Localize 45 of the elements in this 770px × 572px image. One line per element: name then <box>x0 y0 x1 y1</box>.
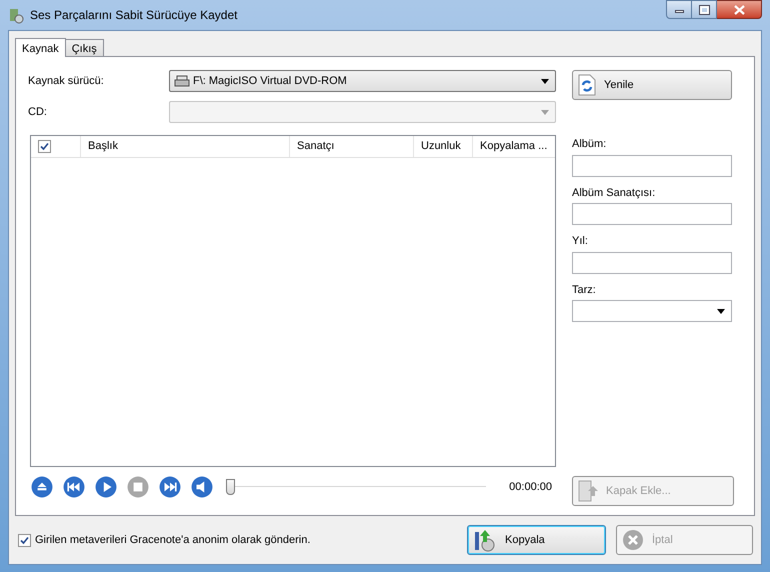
dropdown-value: F\: MagicISO Virtual DVD-ROM <box>193 74 347 89</box>
select-all-checkbox[interactable] <box>38 140 51 153</box>
copy-button[interactable]: Kopyala <box>467 525 606 555</box>
tab[interactable]: Çıkış <box>64 39 104 56</box>
app-icon <box>8 6 24 24</box>
field-label: Albüm Sanatçısı: <box>572 186 656 200</box>
maximize-button[interactable] <box>692 0 717 19</box>
dropdown-arrow-icon <box>541 110 549 114</box>
input-field[interactable] <box>572 203 732 225</box>
input-field[interactable] <box>572 252 732 274</box>
volume-icon[interactable] <box>191 476 213 498</box>
window-title: Ses Parçalarını Sabit Sürücüye Kaydet <box>30 7 238 24</box>
field-label: CD: <box>28 104 48 120</box>
cover-arrow-icon <box>578 479 598 503</box>
next-icon[interactable] <box>159 476 181 498</box>
field-label: Albüm: <box>572 137 608 152</box>
copy-icon <box>473 528 497 552</box>
refresh-button[interactable]: Yenile <box>572 70 732 100</box>
tab[interactable]: Kaynak <box>15 38 66 57</box>
eject-icon[interactable] <box>31 476 53 498</box>
slider-thumb[interactable] <box>226 479 235 496</box>
column-header[interactable]: Sanatçı <box>290 136 414 157</box>
close-icon <box>734 4 744 14</box>
dropdown-arrow-icon <box>541 78 549 84</box>
checkbox-label: Girilen metaverileri Gracenote'a anonim olarak gönderin. <box>35 532 310 548</box>
minimize-button[interactable] <box>666 0 692 19</box>
track-list[interactable]: Başlık Sanatçı Uzunluk Kopyalama ... <box>30 135 556 467</box>
column-header[interactable]: Uzunluk <box>414 136 473 157</box>
field-label: Tarz: <box>572 282 597 298</box>
time-display: 00:00:00 <box>509 480 552 496</box>
refresh-icon <box>578 74 596 96</box>
drive-icon <box>174 75 190 87</box>
input-field[interactable] <box>572 154 732 176</box>
close-button[interactable] <box>717 0 762 19</box>
gracenote-checkbox[interactable] <box>18 534 31 546</box>
field-label: Kaynak sürücü: <box>28 74 105 89</box>
previous-icon[interactable] <box>63 476 85 498</box>
play-icon[interactable] <box>95 476 117 498</box>
source-drive-dropdown[interactable]: F\: MagicISO Virtual DVD-ROM <box>169 70 556 92</box>
dropdown-arrow-icon <box>717 308 725 314</box>
column-header[interactable]: Başlık <box>81 136 290 157</box>
seek-slider[interactable] <box>226 478 486 496</box>
cancel-icon <box>622 529 644 551</box>
column-header[interactable]: Kopyalama ... <box>473 136 555 157</box>
field-label: Yıl: <box>572 234 589 249</box>
